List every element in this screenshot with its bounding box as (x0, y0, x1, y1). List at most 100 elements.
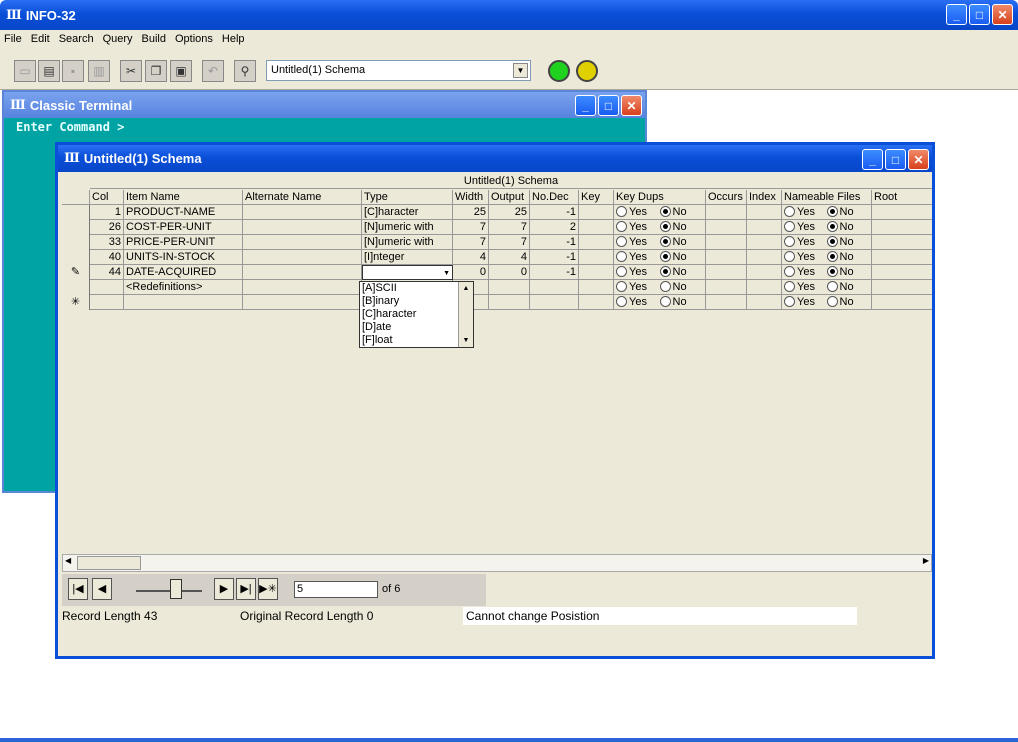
radio-circle-icon[interactable] (784, 266, 795, 277)
root-cell[interactable] (872, 295, 932, 310)
radio-no[interactable]: No (659, 250, 704, 265)
alternate-name-cell[interactable] (243, 220, 362, 235)
type-cell[interactable]: [N]umeric with (362, 220, 453, 235)
terminal-minimize-button[interactable]: _ (575, 95, 596, 116)
item-name-cell[interactable]: <Redefinitions> (124, 280, 243, 295)
new-document-icon[interactable]: ▤ (38, 60, 60, 82)
chevron-down-icon[interactable]: ▼ (443, 266, 450, 279)
schema-select[interactable]: Untitled(1) Schema ▼ (266, 60, 531, 81)
radio-circle-icon[interactable] (616, 296, 627, 307)
radio-no[interactable]: No (826, 205, 870, 220)
new-record-icon[interactable]: ▶✳ (258, 578, 278, 600)
row-selector[interactable]: ✎ (62, 265, 90, 280)
menu-query[interactable]: Query (103, 33, 133, 45)
table-row[interactable]: ✎ 44 DATE-ACQUIRED ▼ 0 0 -1 Yes No Yes No (62, 265, 932, 280)
radio-circle-icon[interactable] (784, 251, 795, 262)
type-cell[interactable]: ▼ (362, 265, 453, 280)
alternate-name-cell[interactable] (243, 295, 362, 310)
schema-maximize-button[interactable]: □ (885, 149, 906, 170)
radio-yes[interactable]: Yes (616, 205, 660, 220)
radio-circle-icon[interactable] (784, 281, 795, 292)
key-cell[interactable] (579, 235, 614, 250)
radio-yes[interactable]: Yes (784, 295, 827, 310)
dropdown-scrollbar[interactable]: ▲ ▼ (458, 282, 473, 347)
type-dropdown-list[interactable]: [A]SCII [B]inary [C]haracter [D]ate [F]l… (359, 281, 474, 348)
nameable-files-cell[interactable]: Yes No (782, 220, 872, 235)
radio-circle-icon[interactable] (659, 236, 671, 247)
radio-circle-icon[interactable] (659, 221, 671, 232)
schema-close-button[interactable]: ✕ (908, 149, 929, 170)
nameable-files-cell[interactable]: Yes No (782, 250, 872, 265)
radio-circle-icon[interactable] (659, 266, 671, 277)
nameable-files-cell[interactable]: Yes No (782, 235, 872, 250)
radio-no[interactable]: No (826, 235, 870, 250)
maximize-button[interactable]: □ (969, 4, 990, 25)
index-cell[interactable] (747, 220, 782, 235)
radio-circle-icon[interactable] (659, 281, 671, 292)
cut-icon[interactable]: ✂ (120, 60, 142, 82)
key-cell[interactable] (579, 220, 614, 235)
table-row[interactable]: 40 UNITS-IN-STOCK [I]nteger 4 4 -1 Yes No Yes No (62, 250, 932, 265)
col-cell[interactable]: 26 (90, 220, 124, 235)
record-slider-thumb[interactable] (170, 579, 182, 599)
chevron-down-icon[interactable]: ▼ (513, 63, 528, 78)
radio-no[interactable]: No (826, 220, 870, 235)
type-cell[interactable]: [N]umeric with (362, 235, 453, 250)
output-cell[interactable]: 7 (489, 235, 530, 250)
radio-circle-icon[interactable] (616, 266, 627, 277)
alternate-name-cell[interactable] (243, 235, 362, 250)
type-cell[interactable]: [C]haracter (362, 205, 453, 220)
first-record-icon[interactable]: |◀ (68, 578, 88, 600)
key-dups-cell[interactable]: Yes No (614, 265, 706, 280)
radio-circle-icon[interactable] (784, 206, 795, 217)
alternate-name-cell[interactable] (243, 280, 362, 295)
width-cell[interactable]: 4 (453, 250, 489, 265)
row-selector[interactable] (62, 220, 90, 235)
radio-circle-icon[interactable] (826, 206, 838, 217)
occurs-cell[interactable] (706, 295, 747, 310)
occurs-cell[interactable] (706, 205, 747, 220)
occurs-cell[interactable] (706, 235, 747, 250)
radio-yes[interactable]: Yes (616, 235, 660, 250)
occurs-cell[interactable] (706, 250, 747, 265)
index-cell[interactable] (747, 235, 782, 250)
nameable-files-cell[interactable]: Yes No (782, 280, 872, 295)
output-cell[interactable]: 25 (489, 205, 530, 220)
radio-yes[interactable]: Yes (616, 265, 660, 280)
scroll-right-icon[interactable]: ▶ (923, 556, 929, 565)
root-cell[interactable] (872, 235, 932, 250)
occurs-cell[interactable] (706, 220, 747, 235)
nameable-files-cell[interactable]: Yes No (782, 295, 872, 310)
key-cell[interactable] (579, 250, 614, 265)
save-icon[interactable]: ▪ (62, 60, 84, 82)
alternate-name-cell[interactable] (243, 205, 362, 220)
type-option[interactable]: [D]ate (362, 321, 473, 334)
index-cell[interactable] (747, 205, 782, 220)
radio-no[interactable]: No (826, 265, 870, 280)
radio-circle-icon[interactable] (659, 206, 671, 217)
scroll-down-icon[interactable]: ▼ (459, 334, 473, 347)
radio-no[interactable]: No (659, 280, 704, 295)
radio-yes[interactable]: Yes (784, 235, 827, 250)
command-prompt[interactable]: Enter Command > (16, 120, 124, 134)
table-row[interactable]: <Redefinitions> Yes No Yes No (62, 280, 932, 295)
radio-circle-icon[interactable] (659, 251, 671, 262)
item-name-cell[interactable]: COST-PER-UNIT (124, 220, 243, 235)
row-selector[interactable] (62, 205, 90, 220)
index-cell[interactable] (747, 250, 782, 265)
radio-circle-icon[interactable] (616, 206, 627, 217)
terminal-close-button[interactable]: ✕ (621, 95, 642, 116)
green-light-icon[interactable] (548, 60, 570, 82)
radio-circle-icon[interactable] (826, 296, 838, 307)
col-cell[interactable]: 40 (90, 250, 124, 265)
radio-no[interactable]: No (659, 235, 704, 250)
alternate-name-cell[interactable] (243, 250, 362, 265)
radio-yes[interactable]: Yes (784, 205, 827, 220)
item-name-cell[interactable] (124, 295, 243, 310)
radio-no[interactable]: No (659, 220, 704, 235)
record-number-input[interactable]: 5 (294, 581, 378, 598)
radio-yes[interactable]: Yes (784, 220, 827, 235)
type-option[interactable]: [C]haracter (362, 308, 473, 321)
radio-yes[interactable]: Yes (784, 250, 827, 265)
key-dups-cell[interactable]: Yes No (614, 205, 706, 220)
